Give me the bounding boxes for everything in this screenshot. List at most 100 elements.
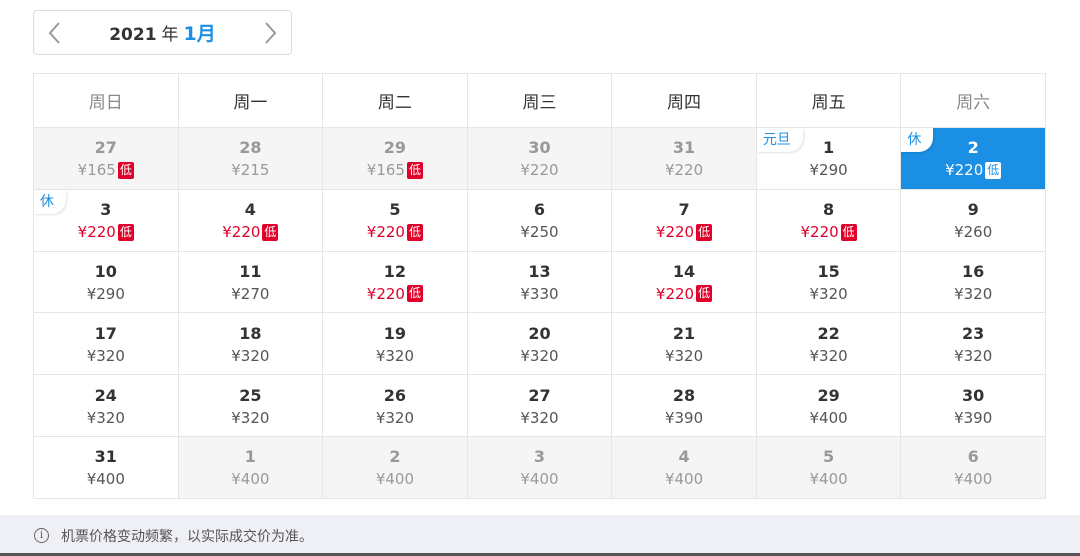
calendar-day-cell[interactable]: 29 ¥165 低 xyxy=(322,127,468,190)
day-number: 18 xyxy=(239,323,262,343)
calendar-day-cell[interactable]: 29 ¥400 xyxy=(755,374,902,437)
day-price: ¥390 xyxy=(664,408,704,427)
price-row: ¥290 xyxy=(757,160,901,180)
price-row: ¥400 xyxy=(901,469,1045,489)
prev-month-button[interactable] xyxy=(42,20,68,46)
calendar-day-cell[interactable]: 8 ¥220 低 xyxy=(755,188,902,252)
calendar-day-cell[interactable]: 12 ¥220 低 xyxy=(322,250,468,314)
calendar-day-cell[interactable]: 休 3 ¥220 低 xyxy=(33,188,179,252)
day-price: ¥320 xyxy=(664,346,704,365)
price-row: ¥250 xyxy=(468,222,612,242)
calendar-body: 27 ¥165 低 28 ¥215 29 ¥165 低 30 ¥220 31 ¥220 元旦 1 ¥290 休… xyxy=(33,127,1046,499)
day-number: 3 xyxy=(533,447,546,467)
next-month-button[interactable] xyxy=(257,20,283,46)
weekday-header: 周二 xyxy=(322,73,468,128)
day-price: ¥320 xyxy=(86,346,125,365)
calendar-day-cell[interactable]: 21 ¥320 xyxy=(611,312,757,376)
day-number: 17 xyxy=(94,323,117,343)
day-number: 22 xyxy=(817,323,840,343)
price-row: ¥400 xyxy=(612,469,756,489)
price-row: ¥390 xyxy=(612,408,756,428)
price-row: ¥220 低 xyxy=(757,222,901,242)
calendar-day-cell[interactable]: 20 ¥320 xyxy=(466,312,613,376)
calendar-day-cell[interactable]: 31 ¥220 xyxy=(611,127,757,190)
calendar-day-cell[interactable]: 5 ¥400 xyxy=(755,435,902,499)
low-price-badge: 低 xyxy=(406,161,423,179)
calendar-day-cell[interactable]: 30 ¥390 xyxy=(900,374,1046,437)
day-number: 20 xyxy=(528,323,551,343)
calendar-day-cell[interactable]: 15 ¥320 xyxy=(755,250,902,314)
calendar-day-cell[interactable]: 3 ¥400 xyxy=(466,435,613,499)
day-price: ¥400 xyxy=(954,470,993,489)
calendar-day-cell[interactable]: 31 ¥400 xyxy=(33,435,179,499)
calendar-day-cell[interactable]: 1 ¥400 xyxy=(177,435,324,499)
calendar-day-cell[interactable]: 17 ¥320 xyxy=(33,312,179,376)
day-price: ¥290 xyxy=(86,284,125,303)
day-number: 26 xyxy=(383,385,407,405)
day-price: ¥220 xyxy=(655,223,695,242)
day-price: ¥290 xyxy=(809,161,848,180)
calendar-day-cell[interactable]: 休 2 ¥220 低 xyxy=(900,127,1046,190)
calendar-day-cell[interactable]: 16 ¥320 xyxy=(900,250,1046,314)
day-price: ¥215 xyxy=(231,161,270,180)
calendar-day-cell[interactable]: 28 ¥390 xyxy=(611,374,757,437)
calendar-day-cell[interactable]: 10 ¥290 xyxy=(33,250,179,314)
calendar-day-cell[interactable]: 19 ¥320 xyxy=(322,312,468,376)
calendar-week-row: 27 ¥165 低 28 ¥215 29 ¥165 低 30 ¥220 31 ¥220 元旦 1 ¥290 休… xyxy=(33,127,1046,190)
calendar-day-cell[interactable]: 元旦 1 ¥290 xyxy=(755,127,902,190)
calendar-day-cell[interactable]: 2 ¥400 xyxy=(322,435,468,499)
calendar-day-cell[interactable]: 4 ¥220 低 xyxy=(177,188,324,252)
day-number: 27 xyxy=(528,385,551,405)
price-row: ¥320 xyxy=(34,408,178,428)
day-number: 12 xyxy=(383,261,407,281)
calendar-day-cell[interactable]: 26 ¥320 xyxy=(322,374,468,437)
calendar-day-cell[interactable]: 25 ¥320 xyxy=(177,374,324,437)
calendar-day-cell[interactable]: 5 ¥220 低 xyxy=(322,188,468,252)
price-notice: i 机票价格变动频繁，以实际成交价为准。 xyxy=(0,515,1080,556)
day-number: 19 xyxy=(383,323,407,343)
day-price: ¥220 xyxy=(800,223,839,242)
day-number: 29 xyxy=(817,385,840,405)
price-row: ¥320 xyxy=(468,346,612,366)
calendar-day-cell[interactable]: 27 ¥320 xyxy=(466,374,613,437)
calendar-week-row: 24 ¥320 25 ¥320 26 ¥320 27 ¥320 28 ¥390 29 ¥400 30 ¥3… xyxy=(33,374,1046,437)
day-price: ¥220 xyxy=(945,161,984,180)
day-price: ¥320 xyxy=(375,346,414,365)
day-price: ¥320 xyxy=(231,408,270,427)
calendar-day-cell[interactable]: 22 ¥320 xyxy=(755,312,902,376)
day-price: ¥400 xyxy=(520,470,559,489)
price-row: ¥400 xyxy=(468,469,612,489)
calendar-day-cell[interactable]: 24 ¥320 xyxy=(33,374,179,437)
price-row: ¥320 xyxy=(179,346,323,366)
weekday-header: 周五 xyxy=(755,73,902,128)
calendar-day-cell[interactable]: 18 ¥320 xyxy=(177,312,324,376)
calendar-day-cell[interactable]: 30 ¥220 xyxy=(466,127,613,190)
price-row: ¥220 低 xyxy=(179,222,323,242)
price-row: ¥270 xyxy=(179,284,323,304)
day-price: ¥320 xyxy=(809,284,848,303)
day-number: 28 xyxy=(672,385,696,405)
calendar-day-cell[interactable]: 7 ¥220 低 xyxy=(611,188,757,252)
price-row: ¥400 xyxy=(179,469,323,489)
calendar-day-cell[interactable]: 9 ¥260 xyxy=(900,188,1046,252)
day-price: ¥320 xyxy=(86,408,125,427)
calendar-day-cell[interactable]: 28 ¥215 xyxy=(177,127,324,190)
day-price: ¥320 xyxy=(520,346,559,365)
day-price: ¥400 xyxy=(86,470,125,489)
day-number: 29 xyxy=(383,138,407,158)
low-price-badge: 低 xyxy=(696,285,713,303)
calendar-day-cell[interactable]: 4 ¥400 xyxy=(611,435,757,499)
calendar-day-cell[interactable]: 14 ¥220 低 xyxy=(611,250,757,314)
day-number: 14 xyxy=(672,261,696,281)
price-row: ¥320 xyxy=(468,408,612,428)
calendar-day-cell[interactable]: 6 ¥250 xyxy=(466,188,613,252)
calendar-day-cell[interactable]: 11 ¥270 xyxy=(177,250,324,314)
calendar-day-cell[interactable]: 27 ¥165 低 xyxy=(33,127,179,190)
holiday-tag: 元旦 xyxy=(756,128,803,152)
day-number: 31 xyxy=(672,138,696,158)
calendar-day-cell[interactable]: 23 ¥320 xyxy=(900,312,1046,376)
calendar-day-cell[interactable]: 13 ¥330 xyxy=(466,250,613,314)
calendar-day-cell[interactable]: 6 ¥400 xyxy=(900,435,1046,499)
day-price: ¥400 xyxy=(375,470,414,489)
day-price: ¥400 xyxy=(809,470,848,489)
